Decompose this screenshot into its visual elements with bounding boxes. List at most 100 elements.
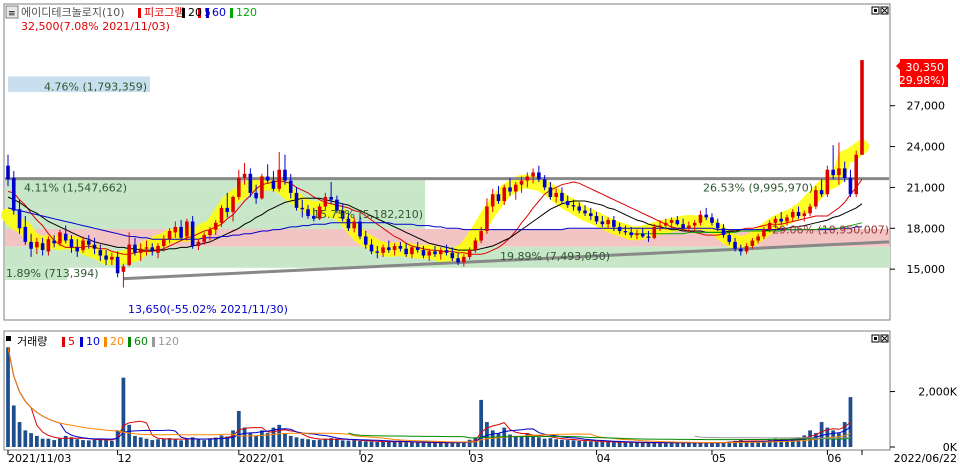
band-label: 26.53% (9,995,970) [703,181,813,194]
candle [133,244,137,253]
candle [664,222,668,226]
candle [750,240,755,246]
volume-bar [144,438,149,447]
candle [398,245,403,249]
stock-chart: 4.76% (1,793,359) 4.11% (1,547,662) 15.75%… [1,3,958,465]
volume-bar [513,435,518,447]
volume-panel-maximize-inner [874,337,877,340]
candle [502,187,507,202]
candle [698,214,703,223]
candle [669,220,674,223]
price-tick-label: 24,000 [907,141,946,154]
candle [260,176,264,199]
volume-bar [433,442,437,447]
candle [785,217,789,222]
candle [583,210,587,214]
candle [837,168,841,176]
candle [156,245,160,253]
candle [571,205,576,207]
candle [513,184,518,192]
x-tick-label: 12 [118,452,132,465]
price-tick-label: 18,000 [907,222,946,235]
vol-legend-120: 120 [158,335,179,348]
volume-bar [46,438,51,447]
candle [485,206,489,232]
candle [167,231,172,240]
volume-bar [617,442,622,447]
volume-bar [179,440,183,447]
candle [814,190,818,207]
candle [525,176,530,181]
candle [721,228,726,236]
legend-picogram: 피코그램 [144,6,184,19]
candle [692,222,697,226]
candle [681,224,685,229]
candle [640,233,645,237]
candle [213,222,218,230]
volume-bar [254,435,258,447]
candle [767,222,772,230]
volume-bar [404,442,409,447]
candle [831,169,835,176]
candle [715,222,720,229]
volume-menu-icon[interactable] [6,336,11,341]
volume-bar [467,439,472,447]
volume-bar [646,442,651,447]
volume-bar [629,442,634,447]
volume-bar [92,439,97,447]
volume-bar [52,440,57,447]
candle [29,241,33,249]
volume-bar [577,440,582,447]
volume-bar [156,439,160,447]
candle [190,221,195,246]
legend-ma20: 20 [188,6,202,19]
volume-bar [40,438,45,447]
candle [612,220,616,227]
volume-bar [260,430,264,447]
candle [185,221,189,237]
candle [179,226,183,238]
candle [46,239,51,252]
candle [92,244,97,249]
candle [565,201,570,206]
candle [819,190,824,195]
volume-bar [133,435,137,447]
candle [375,251,380,253]
volume-bar [623,442,628,447]
candle [35,241,39,248]
volume-bar [23,430,28,447]
volume-bar [17,422,22,447]
candle [363,236,368,245]
volume-bar [560,439,564,447]
volume-bar [323,438,328,447]
band-label: 29.06% (10,950,007) [772,224,889,237]
candle [23,226,28,242]
candle [277,169,281,189]
vol-legend-20: 20 [110,335,124,348]
volume-bar [819,422,824,447]
candle [790,211,795,218]
candle [63,233,68,241]
candle [710,217,714,223]
volume-bar [663,442,668,447]
candle [577,206,582,211]
candle [98,250,103,256]
volume-bar [640,442,645,447]
candle [352,221,357,229]
candle [802,213,807,217]
volume-bar [294,437,299,447]
candle [294,192,299,208]
candle [762,229,766,237]
legend-swatch-ma20 [182,8,185,18]
high-price-annotation: 32,500(7.08% 2021/11/03) [21,20,170,33]
volume-bar [548,438,553,447]
x-tick-label: 06 [827,452,841,465]
volume-bar [519,436,524,447]
candle [808,206,812,214]
candle [537,172,541,180]
volume-bar [69,437,74,447]
band-label: 15.75% (5,182,210) [313,208,423,221]
volume-bar [75,439,80,447]
vol-legend-60: 60 [134,335,148,348]
candle [860,60,864,155]
